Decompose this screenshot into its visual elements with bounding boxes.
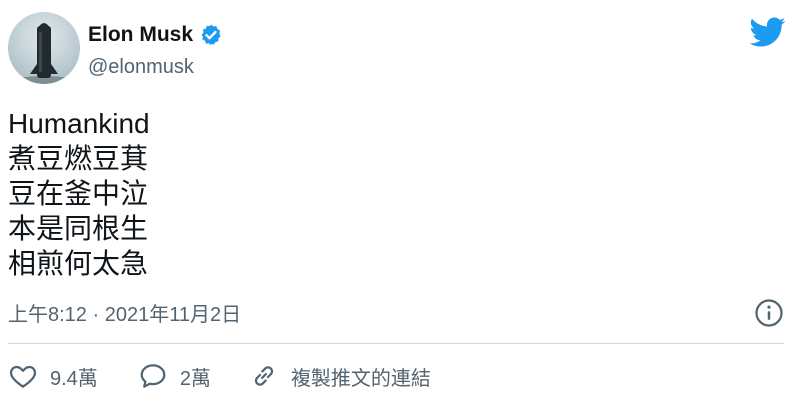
copy-link-label: 複製推文的連結 (290, 367, 431, 390)
reply-count: 2萬 (179, 367, 211, 390)
author-handle[interactable]: @elonmusk (88, 54, 194, 80)
starship-avatar (10, 23, 78, 84)
speech-bubble-icon (140, 364, 166, 388)
link-icon (254, 366, 274, 386)
like-count: 9.4萬 (50, 367, 98, 390)
author-display-name-row[interactable]: Elon Musk (88, 22, 223, 48)
tweet-line: 本是同根生 (8, 213, 149, 244)
tweet-line: Humankind (8, 108, 150, 139)
divider (8, 343, 784, 344)
copy-link-button[interactable]: 複製推文的連結 (249, 361, 431, 391)
tweet-timestamp[interactable]: 上午8:12 · 2021年11月2日 (8, 302, 241, 328)
tweet-text: Humankind 煮豆燃豆萁 豆在釜中泣 本是同根生 相煎何太急 (8, 106, 150, 281)
info-icon[interactable] (754, 298, 784, 328)
tweet-line: 豆在釜中泣 (8, 178, 149, 209)
reply-button[interactable]: 2萬 (138, 361, 211, 391)
tweet-card: Elon Musk @elonmusk Humankind 煮豆燃豆萁 豆在釜中… (0, 0, 792, 400)
author-display-name[interactable]: Elon Musk (88, 22, 193, 48)
tweet-line: 相煎何太急 (8, 248, 149, 279)
tweet-line: 煮豆燃豆萁 (8, 143, 149, 174)
verified-badge-icon (199, 23, 223, 47)
twitter-bird-icon[interactable] (749, 14, 786, 50)
like-button[interactable]: 9.4萬 (8, 361, 98, 391)
tweet-actions-bar: 9.4萬 2萬 複製推文的連結 (8, 360, 431, 392)
heart-icon (9, 365, 37, 388)
avatar[interactable] (8, 12, 80, 84)
